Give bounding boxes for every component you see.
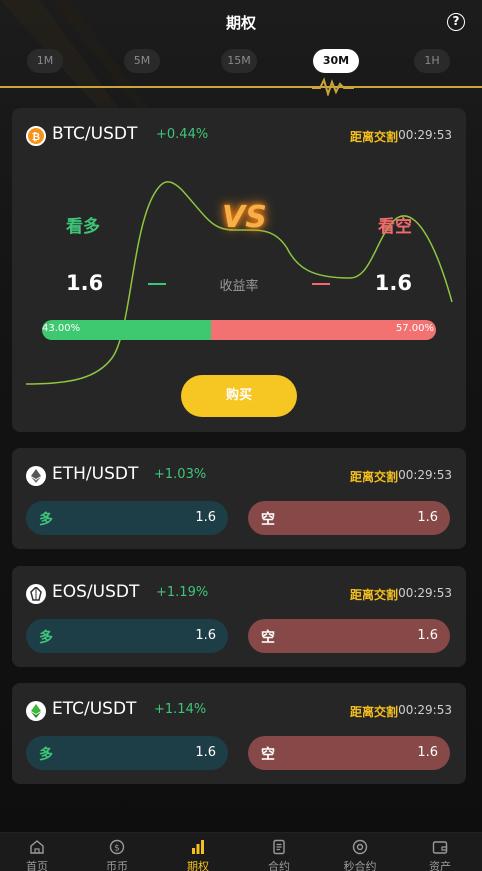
short-button[interactable]: 空 1.6 bbox=[248, 619, 450, 653]
short-rate: 1.6 bbox=[374, 271, 412, 295]
target-icon bbox=[352, 839, 368, 855]
contract-card-etc: ETC/USDT +1.14% 距离交割 00:29:53 多 1.6 空 1.… bbox=[12, 683, 466, 784]
ethereum-classic-icon bbox=[26, 701, 46, 721]
contract-card-header: ETH/USDT +1.03% 距离交割 00:29:53 bbox=[26, 463, 452, 487]
contract-card-eth: ETH/USDT +1.03% 距离交割 00:29:53 多 1.6 空 1.… bbox=[12, 448, 466, 549]
document-icon bbox=[273, 839, 285, 855]
short-button[interactable]: 空 1.6 bbox=[248, 736, 450, 770]
long-ratio-fill: 43.00% bbox=[42, 320, 212, 340]
short-value: 1.6 bbox=[417, 745, 438, 760]
bitcoin-icon: ₿ bbox=[26, 126, 46, 146]
contract-card-eos: EOS/USDT +1.19% 距离交割 00:29:53 多 1.6 空 1.… bbox=[12, 566, 466, 667]
long-button[interactable]: 多 1.6 bbox=[26, 619, 228, 653]
pulse-icon bbox=[312, 77, 354, 96]
price-change: +1.14% bbox=[154, 702, 207, 717]
long-short-ratio-bar: 43.00% 57.00% bbox=[42, 320, 436, 340]
home-icon bbox=[30, 840, 44, 854]
long-direction: 多 bbox=[39, 512, 53, 528]
pair-name: ETH/USDT bbox=[52, 464, 139, 484]
tab-label: 首页 bbox=[26, 860, 48, 871]
pair-name: EOS/USDT bbox=[52, 582, 140, 602]
long-direction: 多 bbox=[39, 747, 53, 763]
pair-name: BTC/USDT bbox=[52, 124, 138, 144]
short-button[interactable]: 空 1.6 bbox=[248, 501, 450, 535]
countdown-label: 距离交割 bbox=[349, 705, 398, 719]
period-selector: 1M 5M 15M 30M 1H bbox=[0, 49, 482, 75]
tab-label: 秒合约 bbox=[343, 860, 377, 871]
bottom-tab-bar: 首页 $ 币币 期权 合约 秒合约 资产 bbox=[0, 832, 482, 871]
long-value: 1.6 bbox=[195, 510, 216, 525]
short-direction: 空 bbox=[261, 630, 275, 646]
tab-spot[interactable]: $ 币币 bbox=[87, 833, 147, 871]
period-1h[interactable]: 1H bbox=[414, 49, 450, 73]
countdown-label: 距离交割 bbox=[349, 588, 398, 602]
short-value: 1.6 bbox=[417, 628, 438, 643]
vs-emblem: VS bbox=[222, 200, 267, 235]
price-change: +0.44% bbox=[156, 127, 209, 142]
gold-divider bbox=[0, 86, 482, 88]
long-button[interactable]: 多 1.6 bbox=[26, 501, 228, 535]
price-change: +1.19% bbox=[156, 585, 209, 600]
dollar-coin-icon: $ bbox=[109, 839, 125, 855]
tab-home[interactable]: 首页 bbox=[7, 833, 67, 871]
main-card-header: ₿ BTC/USDT +0.44% 距离交割 00:29:53 bbox=[26, 123, 452, 147]
countdown-label: 距离交割 bbox=[349, 470, 398, 484]
long-value: 1.6 bbox=[195, 745, 216, 760]
main-option-card: ₿ BTC/USDT +0.44% 距离交割 00:29:53 看多 看空 VS… bbox=[12, 108, 466, 432]
tab-second-contract[interactable]: 秒合约 bbox=[330, 833, 390, 871]
countdown-timer: 00:29:53 bbox=[398, 703, 452, 717]
bar-chart-icon bbox=[192, 840, 204, 854]
ethereum-icon bbox=[26, 466, 46, 486]
short-direction: 空 bbox=[261, 512, 275, 528]
tab-options[interactable]: 期权 bbox=[168, 833, 228, 871]
short-label: 看空 bbox=[378, 217, 412, 237]
short-ratio-fill: 57.00% bbox=[211, 320, 436, 340]
tab-label: 合约 bbox=[268, 860, 290, 871]
period-15m[interactable]: 15M bbox=[221, 49, 257, 73]
buy-button[interactable]: 购买 bbox=[181, 375, 297, 417]
countdown-timer: 00:29:53 bbox=[398, 468, 452, 482]
tab-label: 期权 bbox=[187, 860, 209, 871]
long-direction: 多 bbox=[39, 630, 53, 646]
tab-contract[interactable]: 合约 bbox=[249, 833, 309, 871]
short-value: 1.6 bbox=[417, 510, 438, 525]
tab-label: 资产 bbox=[429, 860, 451, 871]
short-dash bbox=[312, 283, 330, 285]
short-percent: 57.00% bbox=[395, 323, 434, 334]
long-value: 1.6 bbox=[195, 628, 216, 643]
price-change: +1.03% bbox=[154, 467, 207, 482]
wallet-icon bbox=[432, 841, 448, 854]
countdown-timer: 00:29:53 bbox=[398, 128, 452, 142]
svg-text:$: $ bbox=[114, 844, 120, 854]
long-button[interactable]: 多 1.6 bbox=[26, 736, 228, 770]
tab-assets[interactable]: 资产 bbox=[410, 833, 470, 871]
contract-card-header: ETC/USDT +1.14% 距离交割 00:29:53 bbox=[26, 698, 452, 722]
header: 期权 ? bbox=[0, 0, 482, 44]
pair-name: ETC/USDT bbox=[52, 699, 137, 719]
countdown-label: 距离交割 bbox=[349, 130, 398, 144]
period-30m[interactable]: 30M bbox=[313, 49, 359, 73]
short-direction: 空 bbox=[261, 747, 275, 763]
long-label: 看多 bbox=[66, 217, 100, 237]
countdown-timer: 00:29:53 bbox=[398, 586, 452, 600]
contract-card-header: EOS/USDT +1.19% 距离交割 00:29:53 bbox=[26, 581, 452, 605]
svg-text:₿: ₿ bbox=[32, 131, 40, 142]
long-percent: 43.00% bbox=[42, 323, 81, 334]
period-1m[interactable]: 1M bbox=[27, 49, 63, 73]
period-5m[interactable]: 5M bbox=[124, 49, 160, 73]
tab-label: 币币 bbox=[106, 860, 128, 871]
help-icon[interactable]: ? bbox=[447, 13, 465, 31]
page-title: 期权 bbox=[225, 14, 256, 32]
eos-icon bbox=[26, 584, 46, 604]
